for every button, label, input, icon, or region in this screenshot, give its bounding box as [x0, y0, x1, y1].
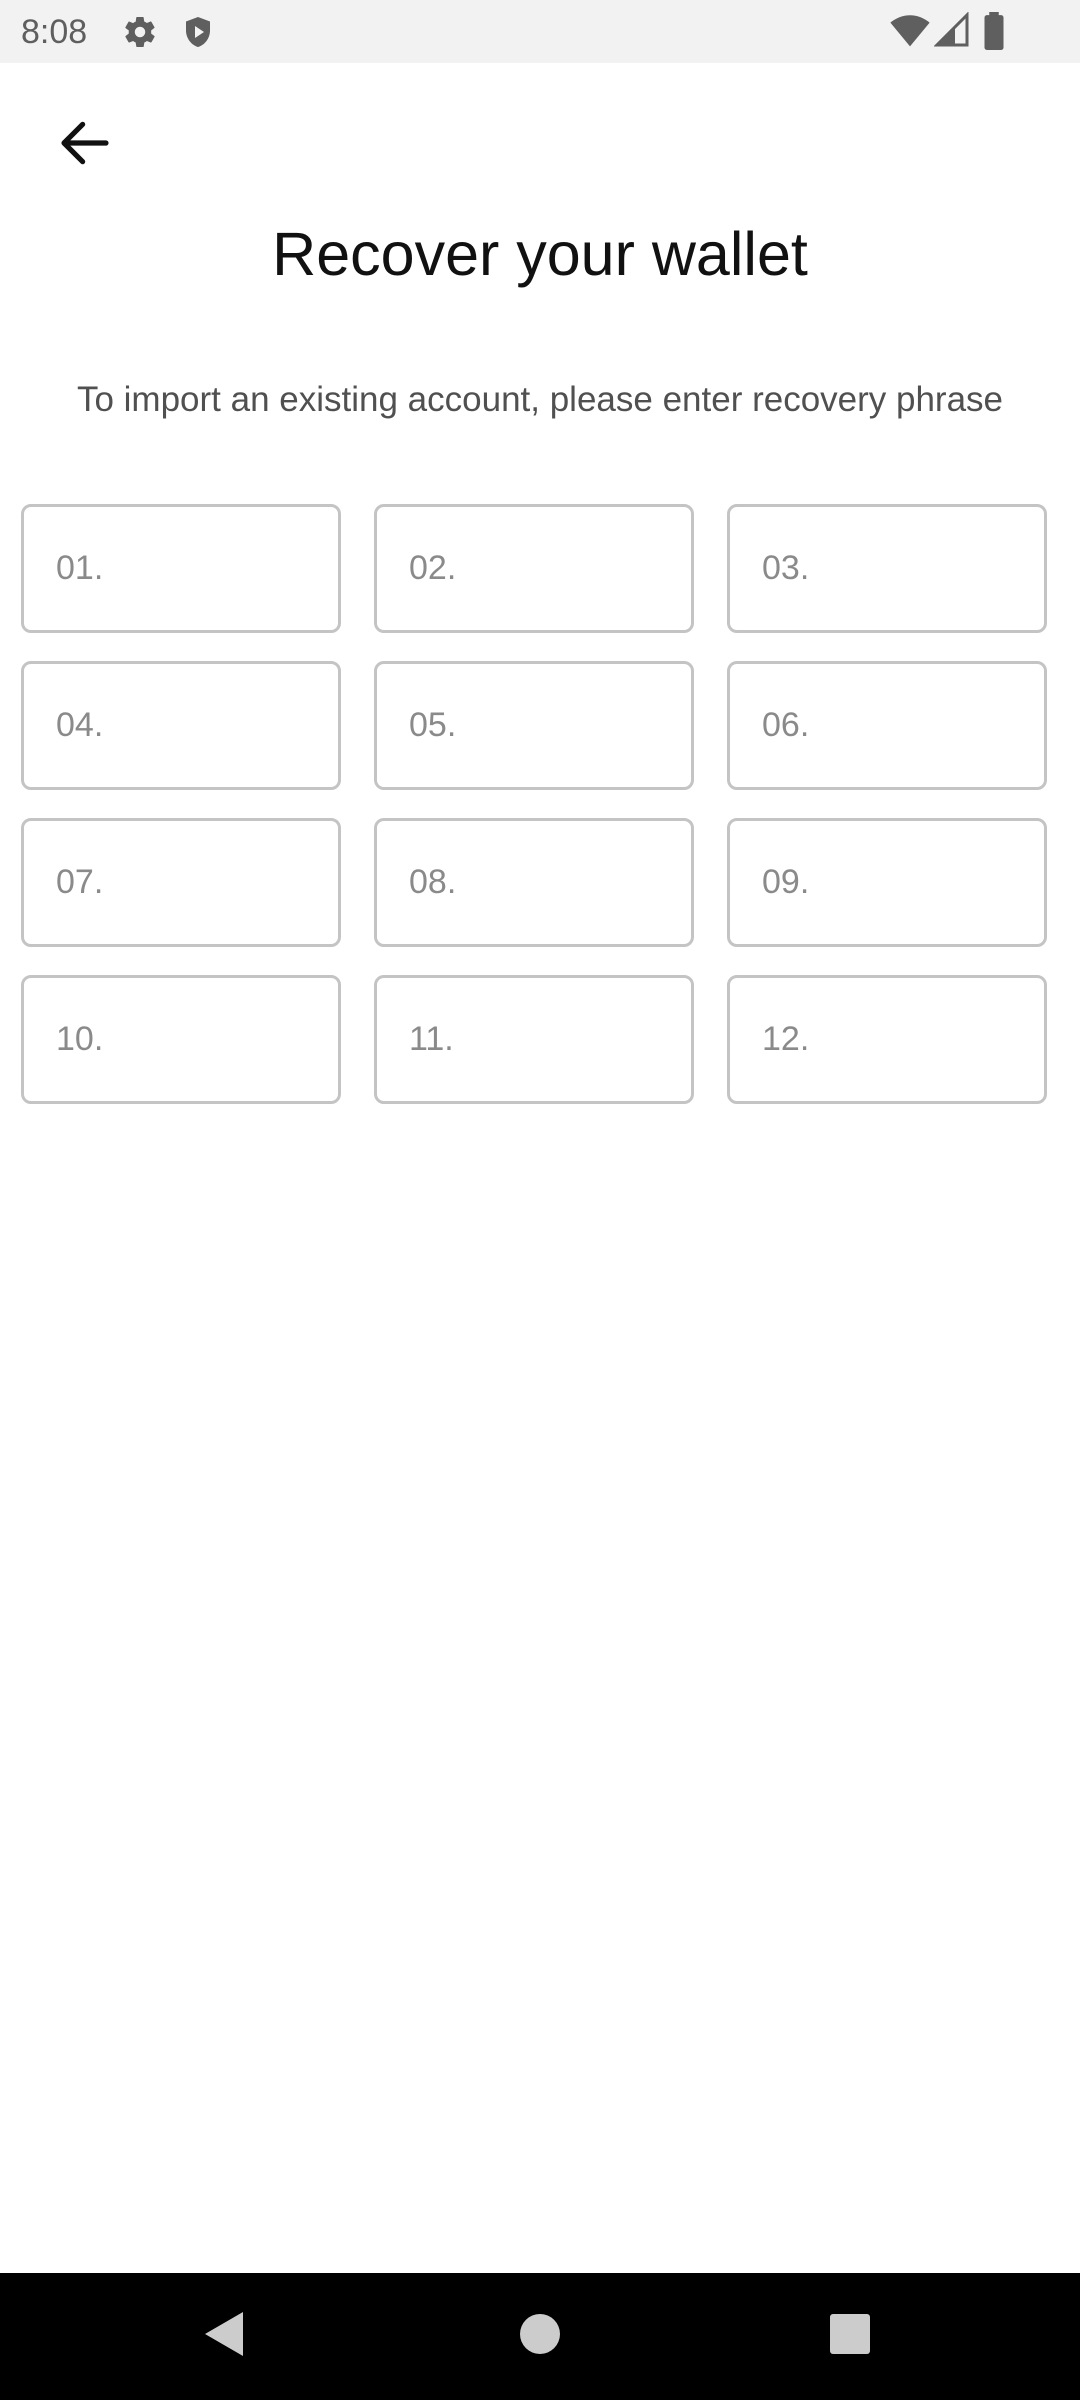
home-circle-icon: [520, 2314, 560, 2359]
recovery-word-input-07[interactable]: [21, 818, 341, 947]
shield-icon: [180, 14, 216, 55]
status-bar: 8:08: [0, 0, 1080, 63]
recover-wallet-screen: 8:08 Recover your wallet To import an ex…: [0, 0, 1080, 2400]
recovery-phrase-grid: [21, 504, 1049, 1104]
recovery-word-input-01[interactable]: [21, 504, 341, 633]
recovery-word-input-04[interactable]: [21, 661, 341, 790]
wifi-icon: [890, 12, 930, 53]
signal-icon: [933, 11, 970, 53]
recovery-word-input-06[interactable]: [727, 661, 1047, 790]
recovery-word-input-12[interactable]: [727, 975, 1047, 1104]
recovery-word-input-03[interactable]: [727, 504, 1047, 633]
status-time: 8:08: [21, 13, 88, 51]
instruction-text: To import an existing account, please en…: [76, 380, 1004, 419]
nav-recents-button[interactable]: [780, 2273, 920, 2400]
recovery-word-input-02[interactable]: [374, 504, 694, 633]
system-nav-bar: [0, 2273, 1080, 2400]
arrow-left-icon: [54, 115, 116, 176]
back-button[interactable]: [40, 100, 130, 190]
recovery-word-input-10[interactable]: [21, 975, 341, 1104]
recovery-word-input-11[interactable]: [374, 975, 694, 1104]
nav-back-button[interactable]: [155, 2273, 295, 2400]
back-triangle-icon: [203, 2310, 247, 2363]
battery-icon: [982, 12, 1006, 55]
recovery-word-input-09[interactable]: [727, 818, 1047, 947]
recovery-word-input-05[interactable]: [374, 661, 694, 790]
recents-square-icon: [830, 2314, 870, 2359]
page-title: Recover your wallet: [272, 220, 808, 288]
nav-home-button[interactable]: [470, 2273, 610, 2400]
gear-icon: [122, 14, 158, 55]
recovery-word-input-08[interactable]: [374, 818, 694, 947]
